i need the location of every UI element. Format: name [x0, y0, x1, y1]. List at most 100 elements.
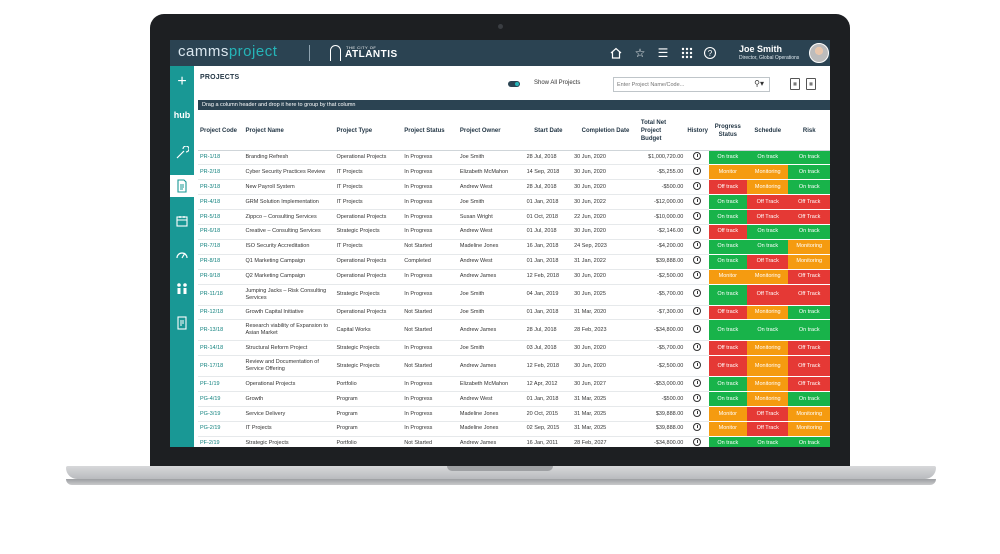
- star-icon[interactable]: ☆: [633, 46, 647, 60]
- table-row[interactable]: PR-8/18 Q1 Marketing Campaign Operational …: [198, 254, 830, 270]
- history-clock-icon[interactable]: [692, 196, 701, 205]
- project-code-link[interactable]: PR-11/18: [198, 284, 244, 306]
- export-pdf-icon[interactable]: ▦: [806, 78, 816, 90]
- plus-icon[interactable]: +: [170, 71, 194, 93]
- table-row[interactable]: PR-6/18 Creative – Consulting Services Str…: [198, 224, 830, 240]
- table-row[interactable]: PR-4/18 GRM Solution Implementation IT Pro…: [198, 194, 830, 211]
- col-history[interactable]: History: [685, 112, 709, 151]
- table-row[interactable]: PF-2/19 Strategic Projects Portfolio Not St…: [198, 436, 830, 447]
- gauge-icon[interactable]: [170, 243, 194, 265]
- history-clock-icon[interactable]: [692, 289, 701, 298]
- history-clock-icon[interactable]: [692, 256, 701, 265]
- col-project-name[interactable]: Project Name: [243, 112, 335, 151]
- history-clock-icon[interactable]: [692, 342, 701, 351]
- history-clock-icon[interactable]: [692, 151, 701, 160]
- help-icon[interactable]: ?: [703, 46, 717, 60]
- completion-date-cell: 30 Jun, 2025: [572, 284, 639, 306]
- col-start-date[interactable]: Start Date: [524, 112, 573, 151]
- history-clock-icon[interactable]: [692, 211, 701, 220]
- history-clock-icon[interactable]: [692, 408, 701, 417]
- hub-icon[interactable]: hub: [170, 104, 194, 126]
- history-clock-icon[interactable]: [692, 378, 701, 387]
- col-project-code[interactable]: Project Code: [198, 112, 244, 151]
- col-project-owner[interactable]: Project Owner: [457, 112, 525, 151]
- project-code-link[interactable]: PR-12/18: [198, 305, 244, 321]
- project-status-cell: Not Started: [402, 436, 458, 447]
- report-icon[interactable]: [170, 312, 194, 334]
- history-clock-icon[interactable]: [692, 438, 701, 447]
- export-excel-icon[interactable]: ▦: [790, 78, 800, 90]
- search-icon[interactable]: ⚲▾: [754, 79, 764, 88]
- history-clock-icon[interactable]: [692, 241, 701, 250]
- apps-grid-icon[interactable]: [680, 46, 694, 60]
- table-row[interactable]: PR-17/18 Review and Documentation of Serv…: [198, 355, 830, 378]
- budget-cell: -$5,255.00: [638, 164, 686, 181]
- history-clock-icon[interactable]: [692, 360, 701, 369]
- project-code-link[interactable]: PG-3/19: [198, 406, 244, 422]
- table-row[interactable]: PR-1/18 Branding Refresh Operational Proje…: [198, 150, 830, 166]
- table-row[interactable]: PG-2/19 IT Projects Program In Progress Made…: [198, 421, 830, 437]
- table-row[interactable]: PG-4/19 Growth Program In Progress Andrew We…: [198, 391, 830, 408]
- show-all-toggle[interactable]: [508, 81, 520, 87]
- table-row[interactable]: PR-14/18 Structural Reform Project Strateg…: [198, 340, 830, 357]
- table-row[interactable]: PF-1/19 Operational Projects Portfolio In P…: [198, 376, 830, 393]
- history-clock-icon[interactable]: [692, 324, 701, 333]
- history-clock-icon[interactable]: [692, 181, 701, 190]
- history-clock-icon[interactable]: [692, 226, 701, 235]
- project-code-link[interactable]: PR-4/18: [198, 194, 244, 211]
- project-code-link[interactable]: PR-9/18: [198, 269, 244, 285]
- menu-icon[interactable]: ☰: [656, 46, 670, 60]
- table-row[interactable]: PR-13/18 Research viability of Expansion …: [198, 319, 830, 342]
- project-code-link[interactable]: PF-2/19: [198, 436, 244, 447]
- project-code-link[interactable]: PR-13/18: [198, 319, 244, 342]
- project-code-link[interactable]: PR-1/18: [198, 150, 244, 166]
- risk-status-badge: On track: [788, 224, 830, 240]
- table-row[interactable]: PR-2/18 Cyber Security Practices Review IT…: [198, 164, 830, 181]
- project-code-link[interactable]: PR-2/18: [198, 164, 244, 181]
- table-row[interactable]: PG-3/19 Service Delivery Program In Progres…: [198, 406, 830, 422]
- history-clock-icon[interactable]: [692, 166, 701, 175]
- table-row[interactable]: PR-9/18 Q2 Marketing Campaign Operational …: [198, 269, 830, 285]
- col-schedule[interactable]: Schedule: [747, 112, 789, 151]
- project-code-link[interactable]: PR-5/18: [198, 209, 244, 225]
- risk-status-badge: Off Track: [788, 355, 830, 378]
- group-by-bar[interactable]: Drag a column header and drop it here to…: [198, 100, 830, 110]
- project-code-link[interactable]: PR-8/18: [198, 254, 244, 270]
- project-type-cell: Strategic Projects: [334, 224, 403, 240]
- history-clock-icon[interactable]: [692, 306, 701, 315]
- project-code-link[interactable]: PR-6/18: [198, 224, 244, 240]
- table-row[interactable]: PR-11/18 Jumping Jacks – Risk Consulting …: [198, 284, 830, 306]
- col-project-type[interactable]: Project Type: [334, 112, 403, 151]
- col-risk[interactable]: Risk: [788, 112, 830, 151]
- people-icon[interactable]: [170, 277, 194, 299]
- col-completion-date[interactable]: Completion Date: [572, 112, 639, 151]
- col-progress-status[interactable]: Progress Status: [708, 112, 748, 151]
- table-row[interactable]: PR-5/18 Zippco – Consulting Services Opera…: [198, 209, 830, 225]
- table-row[interactable]: PR-3/18 New Payroll System IT Projects In P…: [198, 179, 830, 196]
- project-code-link[interactable]: PR-14/18: [198, 340, 244, 357]
- table-row[interactable]: PR-12/18 Growth Capital Initiative Operati…: [198, 305, 830, 321]
- tools-icon[interactable]: [170, 142, 194, 164]
- progress-status-badge: Off track: [708, 355, 748, 378]
- document-icon[interactable]: [170, 175, 194, 197]
- project-code-link[interactable]: PF-1/19: [198, 376, 244, 393]
- avatar[interactable]: [809, 43, 829, 63]
- project-code-link[interactable]: PR-17/18: [198, 355, 244, 378]
- table-row[interactable]: PR-7/18 ISO Security Accreditation IT Proj…: [198, 239, 830, 255]
- project-code-link[interactable]: PR-7/18: [198, 239, 244, 255]
- project-owner-cell: Andrew West: [457, 254, 525, 270]
- project-code-link[interactable]: PG-4/19: [198, 391, 244, 408]
- col-total-net-budget[interactable]: Total Net Project Budget: [638, 112, 686, 151]
- project-code-link[interactable]: PG-2/19: [198, 421, 244, 437]
- col-project-status[interactable]: Project Status: [402, 112, 458, 151]
- history-clock-icon[interactable]: [692, 393, 701, 402]
- app-logo[interactable]: cammsproject: [178, 43, 277, 60]
- user-name[interactable]: Joe Smith: [739, 44, 782, 54]
- calendar-icon[interactable]: [170, 210, 194, 232]
- history-clock-icon[interactable]: [692, 271, 701, 280]
- home-icon[interactable]: [609, 46, 623, 60]
- history-clock-icon[interactable]: [692, 423, 701, 432]
- search-input[interactable]: [617, 80, 742, 89]
- history-cell: [685, 406, 709, 422]
- project-code-link[interactable]: PR-3/18: [198, 179, 244, 196]
